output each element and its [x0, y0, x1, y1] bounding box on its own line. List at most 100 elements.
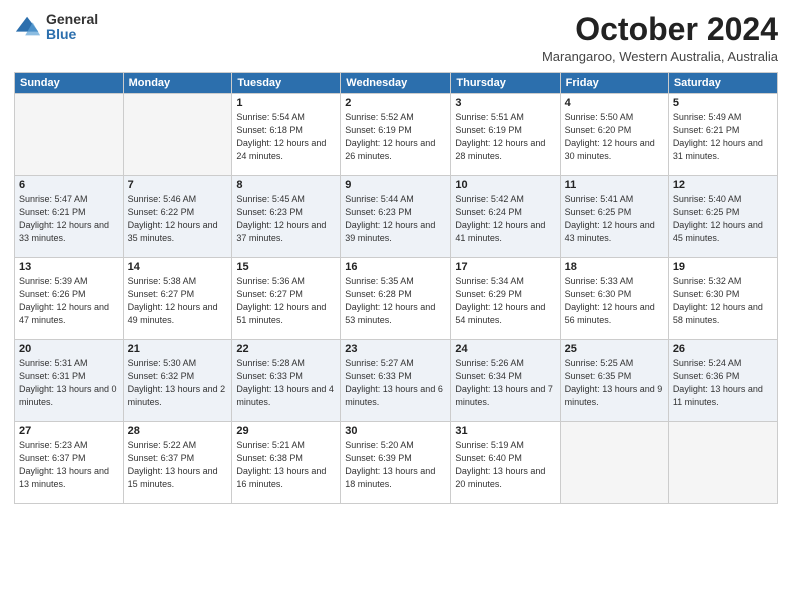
day-info: Sunrise: 5:49 AM Sunset: 6:21 PM Dayligh…: [673, 111, 773, 163]
logo-icon: [14, 13, 42, 41]
calendar-cell: 4Sunrise: 5:50 AM Sunset: 6:20 PM Daylig…: [560, 94, 668, 176]
calendar-week-row: 13Sunrise: 5:39 AM Sunset: 6:26 PM Dayli…: [15, 258, 778, 340]
calendar-cell: [560, 422, 668, 504]
calendar-cell: 21Sunrise: 5:30 AM Sunset: 6:32 PM Dayli…: [123, 340, 232, 422]
day-number: 14: [128, 261, 228, 273]
day-info: Sunrise: 5:23 AM Sunset: 6:37 PM Dayligh…: [19, 439, 119, 491]
calendar-header-row: Sunday Monday Tuesday Wednesday Thursday…: [15, 73, 778, 94]
day-info: Sunrise: 5:44 AM Sunset: 6:23 PM Dayligh…: [345, 193, 446, 245]
day-info: Sunrise: 5:33 AM Sunset: 6:30 PM Dayligh…: [565, 275, 664, 327]
day-info: Sunrise: 5:52 AM Sunset: 6:19 PM Dayligh…: [345, 111, 446, 163]
calendar-cell: 31 Sunrise: 5:19 AM Sunset: 6:40 PM Dayli…: [451, 422, 560, 504]
calendar-cell: [668, 422, 777, 504]
calendar-cell: 2 Sunrise: 5:52 AM Sunset: 6:19 PM Daylig…: [341, 94, 451, 176]
calendar-cell: 11 Sunrise: 5:41 AM Sunset: 6:25 PM Dayli…: [560, 176, 668, 258]
calendar-cell: 30 Sunrise: 5:20 AM Sunset: 6:39 PM Dayli…: [341, 422, 451, 504]
col-wednesday: Wednesday: [341, 73, 451, 94]
calendar-cell: 22 Sunrise: 5:28 AM Sunset: 6:33 PM Dayli…: [232, 340, 341, 422]
day-info: Sunrise: 5:20 AM Sunset: 6:39 PM Dayligh…: [345, 439, 446, 491]
day-info: Sunrise: 5:31 AM Sunset: 6:31 PM Dayligh…: [19, 357, 119, 409]
calendar-week-row: 27 Sunrise: 5:23 AM Sunset: 6:37 PM Dayli…: [15, 422, 778, 504]
day-number: 15: [236, 261, 336, 273]
day-number: 12: [673, 179, 773, 191]
day-number: 29: [236, 425, 336, 437]
day-number: 20: [19, 343, 119, 355]
day-info: Sunrise: 5:22 AM Sunset: 6:37 PM Dayligh…: [128, 439, 228, 491]
page-container: General Blue October 2024 Marangaroo, We…: [0, 0, 792, 612]
calendar-cell: 28 Sunrise: 5:22 AM Sunset: 6:37 PM Dayli…: [123, 422, 232, 504]
calendar-cell: 17 Sunrise: 5:34 AM Sunset: 6:29 PM Dayli…: [451, 258, 560, 340]
day-info: Sunrise: 5:30 AM Sunset: 6:32 PM Dayligh…: [128, 357, 228, 409]
calendar-cell: 12 Sunrise: 5:40 AM Sunset: 6:25 PM Dayli…: [668, 176, 777, 258]
day-number: 3: [455, 97, 555, 109]
day-number: 22: [236, 343, 336, 355]
day-info: Sunrise: 5:24 AM Sunset: 6:36 PM Dayligh…: [673, 357, 773, 409]
day-info: Sunrise: 5:41 AM Sunset: 6:25 PM Dayligh…: [565, 193, 664, 245]
day-info: Sunrise: 5:35 AM Sunset: 6:28 PM Dayligh…: [345, 275, 446, 327]
day-number: 23: [345, 343, 446, 355]
calendar-cell: [123, 94, 232, 176]
day-number: 27: [19, 425, 119, 437]
day-number: 11: [565, 179, 664, 191]
calendar-cell: 9 Sunrise: 5:44 AM Sunset: 6:23 PM Daylig…: [341, 176, 451, 258]
day-number: 7: [128, 179, 228, 191]
logo-text: General Blue: [46, 12, 98, 43]
day-info: Sunrise: 5:36 AM Sunset: 6:27 PM Dayligh…: [236, 275, 336, 327]
day-number: 24: [455, 343, 555, 355]
day-info: Sunrise: 5:21 AM Sunset: 6:38 PM Dayligh…: [236, 439, 336, 491]
calendar-table: Sunday Monday Tuesday Wednesday Thursday…: [14, 72, 778, 504]
col-friday: Friday: [560, 73, 668, 94]
calendar-cell: 19Sunrise: 5:32 AM Sunset: 6:30 PM Dayli…: [668, 258, 777, 340]
calendar-cell: 18 Sunrise: 5:33 AM Sunset: 6:30 PM Dayli…: [560, 258, 668, 340]
day-info: Sunrise: 5:19 AM Sunset: 6:40 PM Dayligh…: [455, 439, 555, 491]
day-number: 13: [19, 261, 119, 273]
day-number: 9: [345, 179, 446, 191]
month-title: October 2024: [542, 12, 778, 47]
calendar-week-row: 1 Sunrise: 5:54 AM Sunset: 6:18 PM Daylig…: [15, 94, 778, 176]
day-info: Sunrise: 5:34 AM Sunset: 6:29 PM Dayligh…: [455, 275, 555, 327]
day-info: Sunrise: 5:40 AM Sunset: 6:25 PM Dayligh…: [673, 193, 773, 245]
logo: General Blue: [14, 12, 98, 43]
day-info: Sunrise: 5:45 AM Sunset: 6:23 PM Dayligh…: [236, 193, 336, 245]
calendar-cell: 23 Sunrise: 5:27 AM Sunset: 6:33 PM Dayli…: [341, 340, 451, 422]
day-number: 18: [565, 261, 664, 273]
day-number: 30: [345, 425, 446, 437]
day-number: 26: [673, 343, 773, 355]
calendar-cell: 7Sunrise: 5:46 AM Sunset: 6:22 PM Daylig…: [123, 176, 232, 258]
day-info: Sunrise: 5:42 AM Sunset: 6:24 PM Dayligh…: [455, 193, 555, 245]
calendar-cell: 16Sunrise: 5:35 AM Sunset: 6:28 PM Dayli…: [341, 258, 451, 340]
col-tuesday: Tuesday: [232, 73, 341, 94]
day-info: Sunrise: 5:54 AM Sunset: 6:18 PM Dayligh…: [236, 111, 336, 163]
day-number: 19: [673, 261, 773, 273]
col-monday: Monday: [123, 73, 232, 94]
calendar-week-row: 6 Sunrise: 5:47 AM Sunset: 6:21 PM Daylig…: [15, 176, 778, 258]
calendar-week-row: 20 Sunrise: 5:31 AM Sunset: 6:31 PM Dayli…: [15, 340, 778, 422]
calendar-cell: [15, 94, 124, 176]
day-info: Sunrise: 5:27 AM Sunset: 6:33 PM Dayligh…: [345, 357, 446, 409]
calendar-cell: 3Sunrise: 5:51 AM Sunset: 6:19 PM Daylig…: [451, 94, 560, 176]
col-thursday: Thursday: [451, 73, 560, 94]
logo-blue: Blue: [46, 27, 98, 42]
day-number: 8: [236, 179, 336, 191]
calendar-cell: 14Sunrise: 5:38 AM Sunset: 6:27 PM Dayli…: [123, 258, 232, 340]
calendar-cell: 1 Sunrise: 5:54 AM Sunset: 6:18 PM Daylig…: [232, 94, 341, 176]
day-number: 2: [345, 97, 446, 109]
calendar-cell: 29 Sunrise: 5:21 AM Sunset: 6:38 PM Dayli…: [232, 422, 341, 504]
calendar-cell: 8 Sunrise: 5:45 AM Sunset: 6:23 PM Daylig…: [232, 176, 341, 258]
day-number: 28: [128, 425, 228, 437]
day-info: Sunrise: 5:50 AM Sunset: 6:20 PM Dayligh…: [565, 111, 664, 163]
day-info: Sunrise: 5:25 AM Sunset: 6:35 PM Dayligh…: [565, 357, 664, 409]
calendar-cell: 15 Sunrise: 5:36 AM Sunset: 6:27 PM Dayli…: [232, 258, 341, 340]
day-number: 10: [455, 179, 555, 191]
day-number: 17: [455, 261, 555, 273]
title-section: October 2024 Marangaroo, Western Austral…: [542, 12, 778, 64]
day-number: 6: [19, 179, 119, 191]
day-info: Sunrise: 5:47 AM Sunset: 6:21 PM Dayligh…: [19, 193, 119, 245]
day-number: 31: [455, 425, 555, 437]
day-info: Sunrise: 5:26 AM Sunset: 6:34 PM Dayligh…: [455, 357, 555, 409]
calendar-cell: 26 Sunrise: 5:24 AM Sunset: 6:36 PM Dayli…: [668, 340, 777, 422]
day-info: Sunrise: 5:28 AM Sunset: 6:33 PM Dayligh…: [236, 357, 336, 409]
calendar-cell: 27 Sunrise: 5:23 AM Sunset: 6:37 PM Dayli…: [15, 422, 124, 504]
day-number: 5: [673, 97, 773, 109]
day-number: 1: [236, 97, 336, 109]
